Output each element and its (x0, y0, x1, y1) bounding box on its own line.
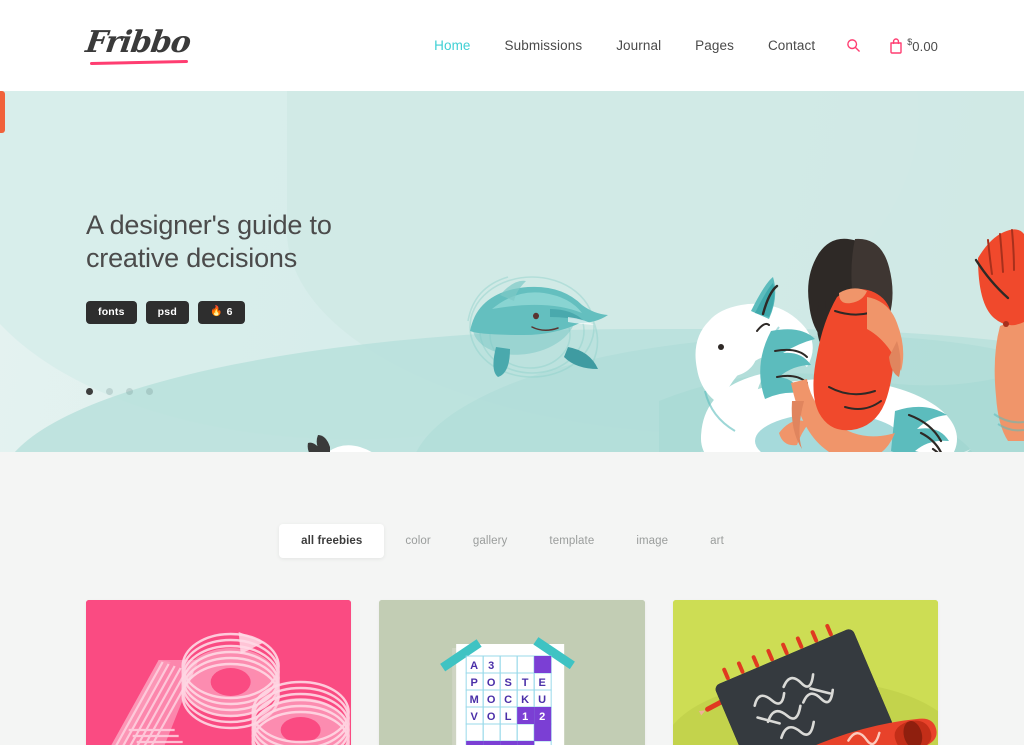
filter-template[interactable]: template (528, 524, 615, 558)
svg-text:M: M (470, 694, 479, 706)
filter-image[interactable]: image (615, 524, 689, 558)
svg-text:O: O (487, 711, 496, 723)
svg-text:1: 1 (522, 711, 528, 723)
svg-text:T: T (522, 677, 529, 689)
shopping-bag-icon (890, 37, 902, 54)
filter-all-freebies[interactable]: all freebies (279, 524, 385, 558)
hero-tag-list: fonts psd 🔥 6 (86, 300, 1024, 324)
svg-text:O: O (487, 677, 496, 689)
hero-title: A designer's guide to creative decisions (86, 209, 416, 275)
dog-illustration (307, 435, 372, 452)
search-button[interactable] (832, 38, 875, 53)
pink-3d-type-artwork (86, 600, 352, 745)
poster-mockup-artwork: A3 POSTE MOCKU VOL 12 FREE RESOU CE (379, 600, 645, 745)
cart-total: $0.00 (907, 37, 938, 54)
hero-content: A designer's guide to creative decisions … (0, 91, 1024, 395)
site-header: Fribbo Home Submissions Journal Pages Co… (0, 0, 1024, 91)
filter-bar: all freebies color gallery template imag… (279, 524, 745, 558)
svg-text:2: 2 (539, 711, 545, 723)
nav-item-journal[interactable]: Journal (599, 38, 678, 53)
flame-icon: 🔥 (209, 305, 223, 317)
nav-item-pages[interactable]: Pages (678, 38, 751, 53)
nav-item-contact[interactable]: Contact (751, 38, 832, 53)
hero-carousel: A designer's guide to creative decisions … (0, 91, 1024, 452)
filter-art[interactable]: art (689, 524, 745, 558)
search-icon (847, 39, 861, 52)
freebies-grid: A3 POSTE MOCKU VOL 12 FREE RESOU CE (0, 558, 1024, 745)
hero-title-line-1: A designer's guide to (86, 210, 332, 240)
svg-text:O: O (487, 694, 496, 706)
cart-amount: 0.00 (912, 39, 938, 54)
notebook-mockup-artwork (672, 600, 938, 745)
freebie-card-pink-type[interactable] (86, 600, 352, 745)
freebie-card-poster-mockup[interactable]: A3 POSTE MOCKU VOL 12 FREE RESOU CE (379, 600, 645, 745)
svg-text:A: A (471, 660, 479, 672)
carousel-dot-3[interactable] (126, 387, 133, 395)
carousel-dot-2[interactable] (106, 387, 113, 395)
svg-text:S: S (505, 677, 512, 689)
site-logo[interactable]: Fribbo (83, 25, 193, 66)
svg-text:3: 3 (488, 660, 494, 672)
hero-tag-likes[interactable]: 🔥 6 (197, 300, 245, 324)
svg-text:V: V (471, 711, 479, 723)
cart-button[interactable]: $0.00 (875, 37, 938, 54)
svg-text:C: C (505, 694, 513, 706)
hero-title-line-2: creative decisions (86, 242, 298, 273)
svg-text:L: L (505, 711, 512, 723)
freebie-card-notebook-mockup[interactable] (672, 600, 938, 745)
svg-text:U: U (539, 694, 547, 706)
logo-text: Fribbo (83, 25, 193, 60)
logo-underline-stroke (89, 59, 188, 66)
filter-color[interactable]: color (384, 524, 451, 558)
carousel-pagination (86, 387, 1024, 395)
hero-tag-likes-count: 6 (226, 305, 233, 318)
svg-text:K: K (522, 694, 530, 706)
svg-text:P: P (471, 677, 478, 689)
svg-text:E: E (539, 677, 546, 689)
filter-gallery[interactable]: gallery (452, 524, 529, 558)
carousel-dot-1[interactable] (86, 387, 93, 395)
nav-item-home[interactable]: Home (417, 38, 487, 53)
hero-tag-psd[interactable]: psd (145, 300, 189, 324)
nav-item-submissions[interactable]: Submissions (488, 38, 600, 53)
hero-tag-fonts[interactable]: fonts (86, 300, 137, 324)
main-navigation: Home Submissions Journal Pages Contact $… (417, 37, 938, 54)
carousel-dot-4[interactable] (146, 387, 153, 395)
freebies-filter-section: all freebies color gallery template imag… (0, 452, 1024, 558)
